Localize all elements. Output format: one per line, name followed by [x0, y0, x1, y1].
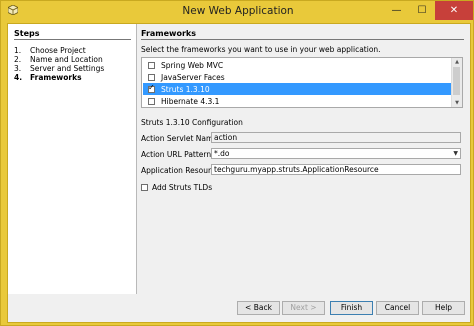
title-bar[interactable]: New Web Application — ☐ ✕ [1, 1, 474, 23]
frameworks-instruction: Select the frameworks you want to use in… [141, 45, 381, 54]
scroll-up-icon[interactable]: ▲ [452, 58, 462, 66]
scroll-down-icon[interactable]: ▼ [452, 99, 462, 107]
cancel-button[interactable]: Cancel [376, 301, 419, 315]
steps-panel: Steps 1. Choose Project 2. Name and Locati… [8, 24, 137, 294]
help-button[interactable]: Help [422, 301, 465, 315]
maximize-button[interactable]: ☐ [410, 1, 434, 20]
url-pattern-combo[interactable]: *.do ▼ [211, 148, 461, 159]
framework-checkbox[interactable] [148, 97, 155, 105]
minimize-button[interactable]: — [384, 1, 409, 20]
servlet-name-field: action [211, 132, 461, 143]
add-tlds-label: Add Struts TLDs [152, 183, 213, 192]
framework-checkbox[interactable] [148, 61, 155, 69]
next-button[interactable]: Next > [282, 301, 325, 315]
step-item: 1. Choose Project [14, 46, 86, 55]
maximize-icon: ☐ [417, 5, 427, 16]
minimize-icon: — [391, 5, 402, 16]
step-item-current: 4. Frameworks [14, 73, 82, 82]
framework-checkbox[interactable] [148, 73, 155, 81]
framework-item-selected[interactable]: Struts 1.3.10 [143, 83, 451, 95]
finish-button[interactable]: Finish [330, 301, 373, 315]
url-pattern-label: Action URL Pattern: [141, 150, 214, 159]
close-button[interactable]: ✕ [435, 1, 473, 20]
wizard-window: New Web Application — ☐ ✕ Steps 1. Choose… [0, 0, 474, 326]
add-tlds-option[interactable]: Add Struts TLDs [141, 183, 212, 192]
framework-checkbox-checked[interactable] [148, 83, 155, 93]
framework-item[interactable]: Hibernate 4.3.1 [143, 95, 451, 107]
chevron-down-icon[interactable]: ▼ [453, 149, 458, 158]
frameworks-panel: Frameworks Select the frameworks you wan… [138, 24, 470, 294]
back-button[interactable]: < Back [237, 301, 280, 315]
add-tlds-checkbox[interactable] [141, 184, 148, 191]
framework-item[interactable]: Spring Web MVC [143, 59, 451, 71]
steps-title: Steps [14, 29, 40, 38]
frameworks-list[interactable]: Spring Web MVC JavaServer Faces Struts 1… [141, 57, 463, 108]
step-item: 3. Server and Settings [14, 64, 105, 73]
framework-item[interactable]: JavaServer Faces [143, 71, 451, 83]
resource-field[interactable]: techguru.myapp.struts.ApplicationResourc… [211, 164, 461, 175]
close-icon: ✕ [449, 5, 459, 16]
servlet-name-label: Action Servlet Name: [141, 134, 221, 143]
button-bar: < Back Next > Finish Cancel Help [8, 296, 470, 322]
frameworks-divider [141, 39, 464, 40]
frameworks-title: Frameworks [141, 29, 196, 38]
step-item: 2. Name and Location [14, 55, 103, 64]
config-title: Struts 1.3.10 Configuration [141, 118, 243, 127]
list-scrollbar[interactable]: ▲ ▼ [451, 58, 462, 107]
wizard-content: Steps 1. Choose Project 2. Name and Locati… [7, 23, 471, 323]
steps-divider [14, 39, 131, 40]
scroll-thumb[interactable] [453, 67, 460, 95]
